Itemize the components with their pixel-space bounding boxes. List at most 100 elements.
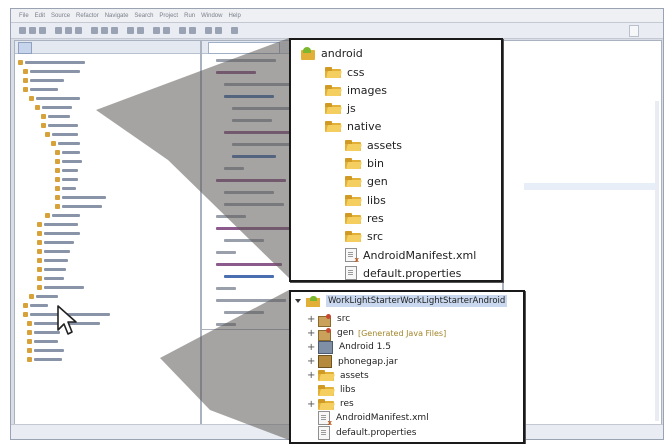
expand-toggle[interactable]: + [307, 328, 315, 339]
menu-navigate[interactable]: Navigate [105, 13, 129, 19]
toolbar-button-icon[interactable] [163, 27, 170, 34]
toolbar-button-icon[interactable] [179, 27, 186, 34]
popup-bottom-item[interactable]: + Android 1.5 [307, 340, 391, 354]
editor-tab[interactable] [208, 42, 280, 54]
popup-bottom-title-row: WorkLightStarterWorkLightStarterAndroid [295, 293, 508, 309]
menu-search[interactable]: Search [134, 13, 153, 19]
tree-item[interactable] [29, 293, 58, 299]
menu-edit[interactable]: Edit [35, 13, 45, 19]
tree-item[interactable] [37, 266, 66, 272]
toolbar-button-icon[interactable] [153, 27, 160, 34]
toolbar-button-icon[interactable] [137, 27, 144, 34]
tree-item[interactable] [23, 302, 48, 308]
popup-top-item[interactable]: res [345, 210, 384, 226]
popup-bottom-item[interactable]: libs [307, 383, 355, 397]
popup-bottom-item-label: assets [340, 370, 369, 381]
toolbar-button-icon[interactable] [111, 27, 118, 34]
perspective-switcher[interactable] [629, 25, 639, 37]
expand-toggle[interactable]: + [307, 356, 315, 367]
toolbar-button-icon[interactable] [19, 27, 26, 34]
popup-bottom-item[interactable]: + gen [Generated Java Files] [307, 326, 446, 341]
menu-project[interactable]: Project [159, 13, 178, 19]
popup-top-item[interactable]: images [325, 82, 387, 98]
popup-bottom-item[interactable]: + assets [307, 369, 369, 383]
tree-item[interactable] [35, 104, 72, 110]
toolbar-button-icon[interactable] [127, 27, 134, 34]
toolbar-button-icon[interactable] [91, 27, 98, 34]
outline-selection[interactable] [524, 183, 655, 190]
toolbar-button-icon[interactable] [75, 27, 82, 34]
tree-item[interactable] [37, 230, 80, 236]
toolbar-button-icon[interactable] [65, 27, 72, 34]
tree-item[interactable] [18, 59, 85, 65]
toolbar-button-icon[interactable] [29, 27, 36, 34]
popup-top-item[interactable]: assets [345, 137, 402, 153]
menu-run[interactable]: Run [184, 13, 195, 19]
toolbar-button-icon[interactable] [189, 27, 196, 34]
menu-file[interactable]: File [19, 13, 29, 19]
tree-item[interactable] [37, 257, 68, 263]
tree-item-label [25, 60, 85, 64]
popup-top-item[interactable]: bin [345, 156, 384, 172]
tree-item[interactable] [37, 275, 64, 281]
menu-refactor[interactable]: Refactor [76, 13, 99, 19]
popup-top-item[interactable]: js [325, 101, 356, 117]
tree-item[interactable] [51, 140, 80, 146]
tree-item[interactable] [55, 158, 82, 164]
folder-icon [29, 95, 34, 101]
toolbar-button-icon[interactable] [55, 27, 62, 34]
tree-item[interactable] [55, 167, 78, 173]
tree-item[interactable] [27, 338, 58, 344]
expand-arrow-icon[interactable] [295, 299, 301, 303]
tree-item[interactable] [27, 347, 64, 353]
popup-bottom-item[interactable]: default.properties [307, 425, 416, 440]
tree-item[interactable] [41, 113, 70, 119]
code-line [224, 167, 244, 170]
tree-item[interactable] [41, 122, 78, 128]
popup-bottom-item[interactable]: + phonegap.jar [307, 355, 398, 369]
popup-top-item[interactable]: default.properties [345, 265, 461, 281]
menu-help[interactable]: Help [228, 13, 240, 19]
popup-bottom-item[interactable]: AndroidManifest.xml [307, 411, 429, 427]
popup-top-item[interactable]: libs [345, 192, 386, 208]
tree-item[interactable] [45, 131, 78, 137]
library-icon [318, 340, 333, 354]
tree-item[interactable] [55, 203, 102, 209]
menu-source[interactable]: Source [51, 13, 70, 19]
tree-item[interactable] [55, 185, 76, 191]
folder-icon [55, 176, 60, 182]
tree-item[interactable] [55, 194, 106, 200]
menu-window[interactable]: Window [201, 13, 222, 19]
tree-item[interactable] [37, 248, 70, 254]
expand-toggle[interactable]: + [307, 399, 315, 410]
tree-item[interactable] [23, 86, 58, 92]
toolbar-button-icon[interactable] [39, 27, 46, 34]
popup-bottom-item[interactable]: + res [307, 397, 354, 411]
popup-top-item[interactable]: gen [345, 174, 388, 190]
tree-item[interactable] [23, 77, 64, 83]
tree-item[interactable] [23, 68, 80, 74]
expand-toggle[interactable]: + [307, 314, 315, 325]
tree-item[interactable] [37, 239, 74, 245]
popup-top-item[interactable]: css [325, 64, 365, 80]
folder-icon [318, 384, 335, 396]
expand-toggle[interactable]: + [307, 342, 315, 353]
popup-top-item[interactable]: native [325, 119, 381, 135]
tree-item[interactable] [27, 356, 62, 362]
code-line [224, 191, 274, 194]
toolbar-button-icon[interactable] [215, 27, 222, 34]
tree-item[interactable] [37, 284, 84, 290]
tree-item[interactable] [55, 176, 78, 182]
tree-item[interactable] [45, 212, 80, 218]
tree-item[interactable] [55, 149, 80, 155]
popup-top-item[interactable]: AndroidManifest.xml [345, 247, 476, 264]
popup-top-item[interactable]: src [345, 229, 383, 245]
toolbar-button-icon[interactable] [101, 27, 108, 34]
project-explorer-tab[interactable] [18, 42, 32, 54]
popup-bottom-item[interactable]: + src [307, 312, 350, 327]
toolbar-button-icon[interactable] [231, 27, 238, 34]
tree-item[interactable] [37, 221, 78, 227]
expand-toggle[interactable]: + [307, 370, 315, 381]
tree-item[interactable] [29, 95, 80, 101]
toolbar-button-icon[interactable] [205, 27, 212, 34]
